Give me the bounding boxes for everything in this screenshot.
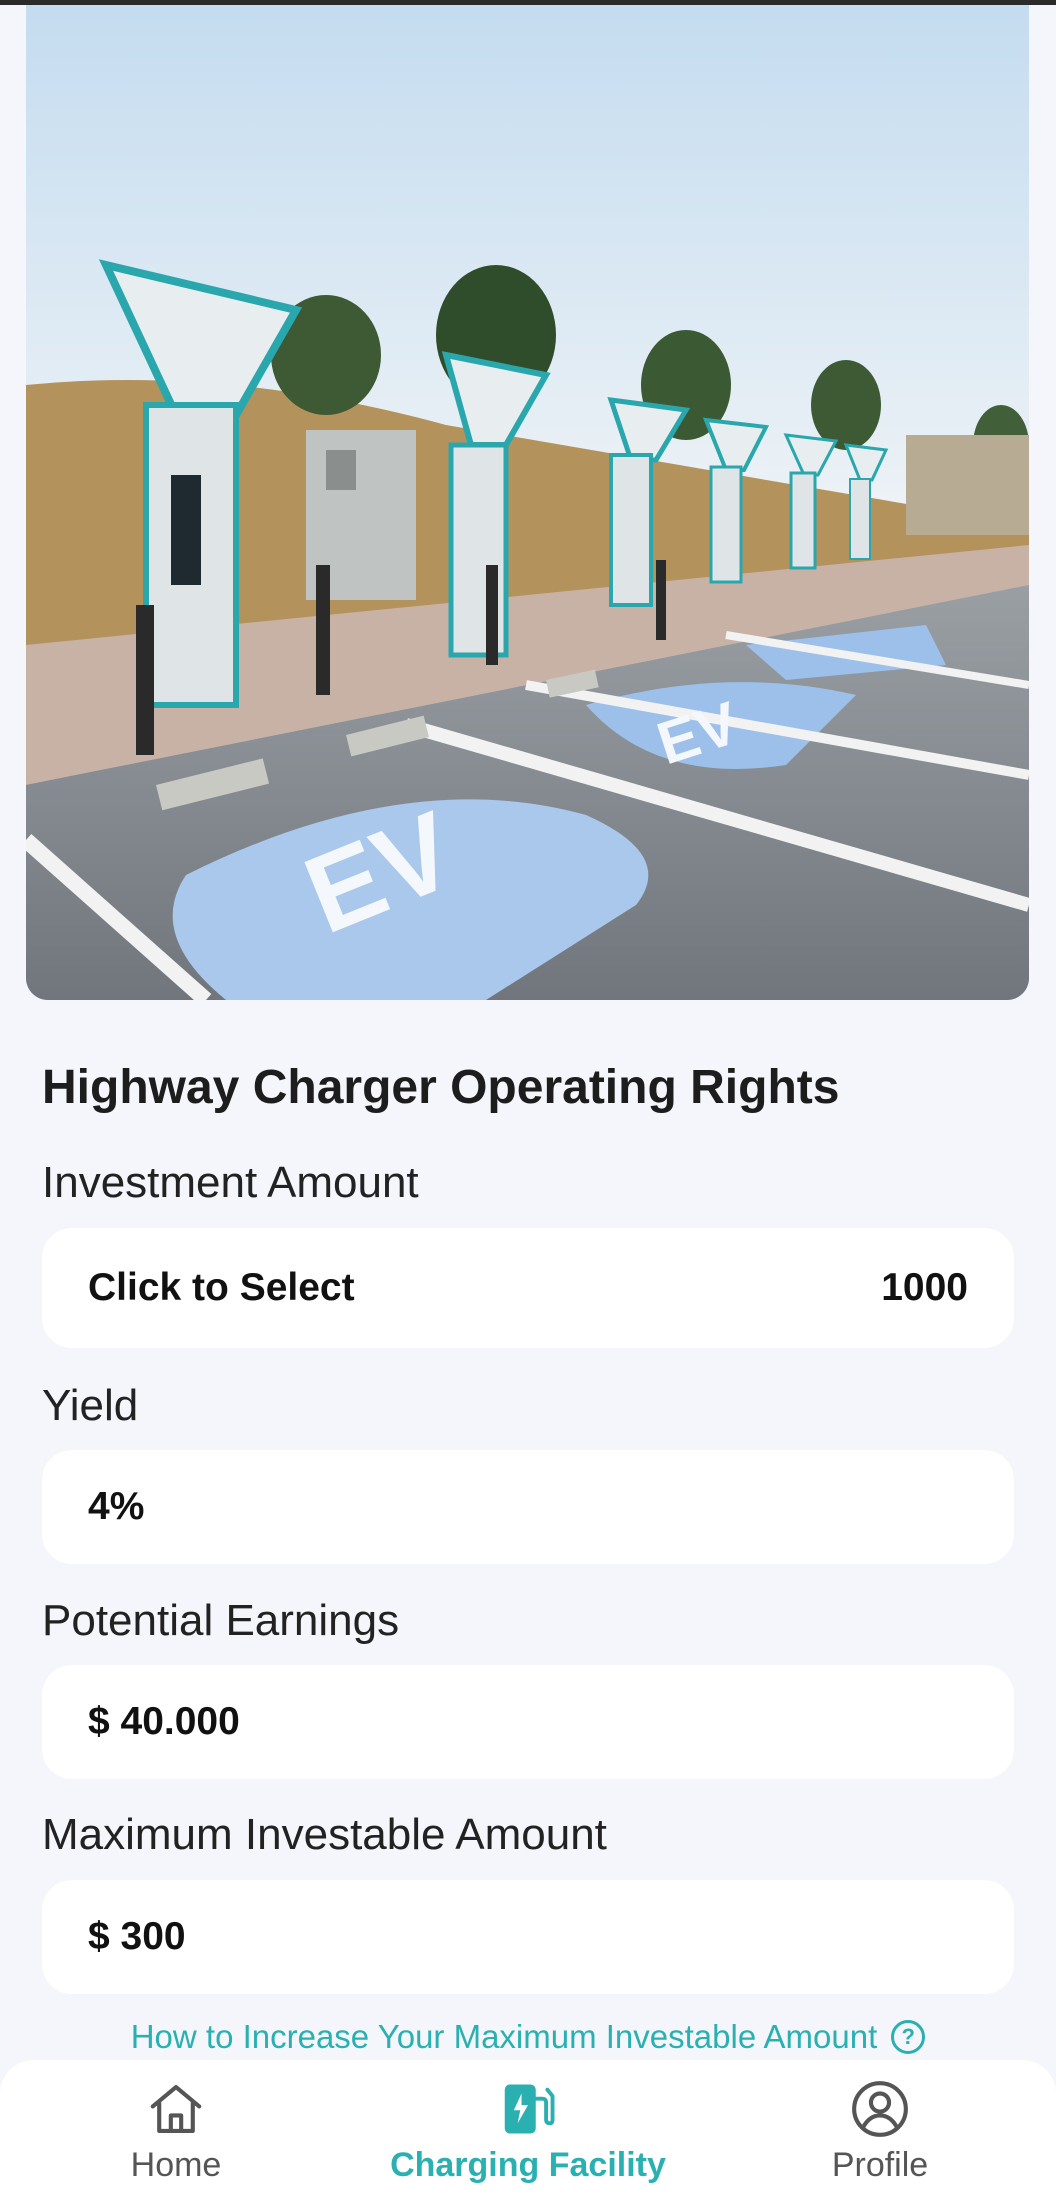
- user-circle-icon: [852, 2081, 908, 2137]
- nav-label-charging-facility: Charging Facility: [390, 2146, 666, 2184]
- yield-label: Yield: [42, 1381, 139, 1430]
- product-title: Highway Charger Operating Rights: [42, 1061, 840, 1114]
- max-investable-label: Maximum Investable Amount: [42, 1810, 607, 1859]
- charging-station-icon: [504, 2084, 555, 2134]
- yield-field: 4%: [42, 1450, 1014, 1564]
- product-hero-image: EV EV: [26, 5, 1029, 1000]
- nav-label-profile: Profile: [831, 2146, 929, 2184]
- increase-max-investable-link[interactable]: How to Increase Your Maximum Investable …: [0, 2018, 1056, 2056]
- investment-amount-label: Investment Amount: [42, 1158, 419, 1207]
- max-investable-field: $ 300: [42, 1880, 1014, 1994]
- potential-earnings-field: $ 40.000: [42, 1665, 1014, 1779]
- investment-amount-select[interactable]: Click to Select 1000: [42, 1228, 1014, 1348]
- nav-label-home: Home: [130, 2146, 222, 2184]
- yield-value: 4%: [88, 1485, 145, 1528]
- investment-select-placeholder: Click to Select: [88, 1266, 355, 1309]
- help-link-text: How to Increase Your Maximum Investable …: [130, 2018, 878, 2055]
- ev-charging-station-photo: EV EV: [26, 5, 1029, 1000]
- nav-item-profile[interactable]: Profile: [730, 2078, 1030, 2185]
- potential-earnings-label: Potential Earnings: [42, 1596, 400, 1645]
- question-circle-icon: ?: [891, 2020, 926, 2054]
- potential-earnings-value: $ 40.000: [88, 1700, 240, 1743]
- max-investable-value: $ 300: [88, 1915, 186, 1958]
- bottom-navigation: Home Charging Facility Profile: [0, 2060, 1056, 2201]
- investment-amount-value: 1000: [881, 1266, 968, 1309]
- home-icon: [150, 2084, 202, 2134]
- nav-item-home[interactable]: Home: [26, 2078, 326, 2185]
- nav-item-charging-facility[interactable]: Charging Facility: [378, 2078, 678, 2185]
